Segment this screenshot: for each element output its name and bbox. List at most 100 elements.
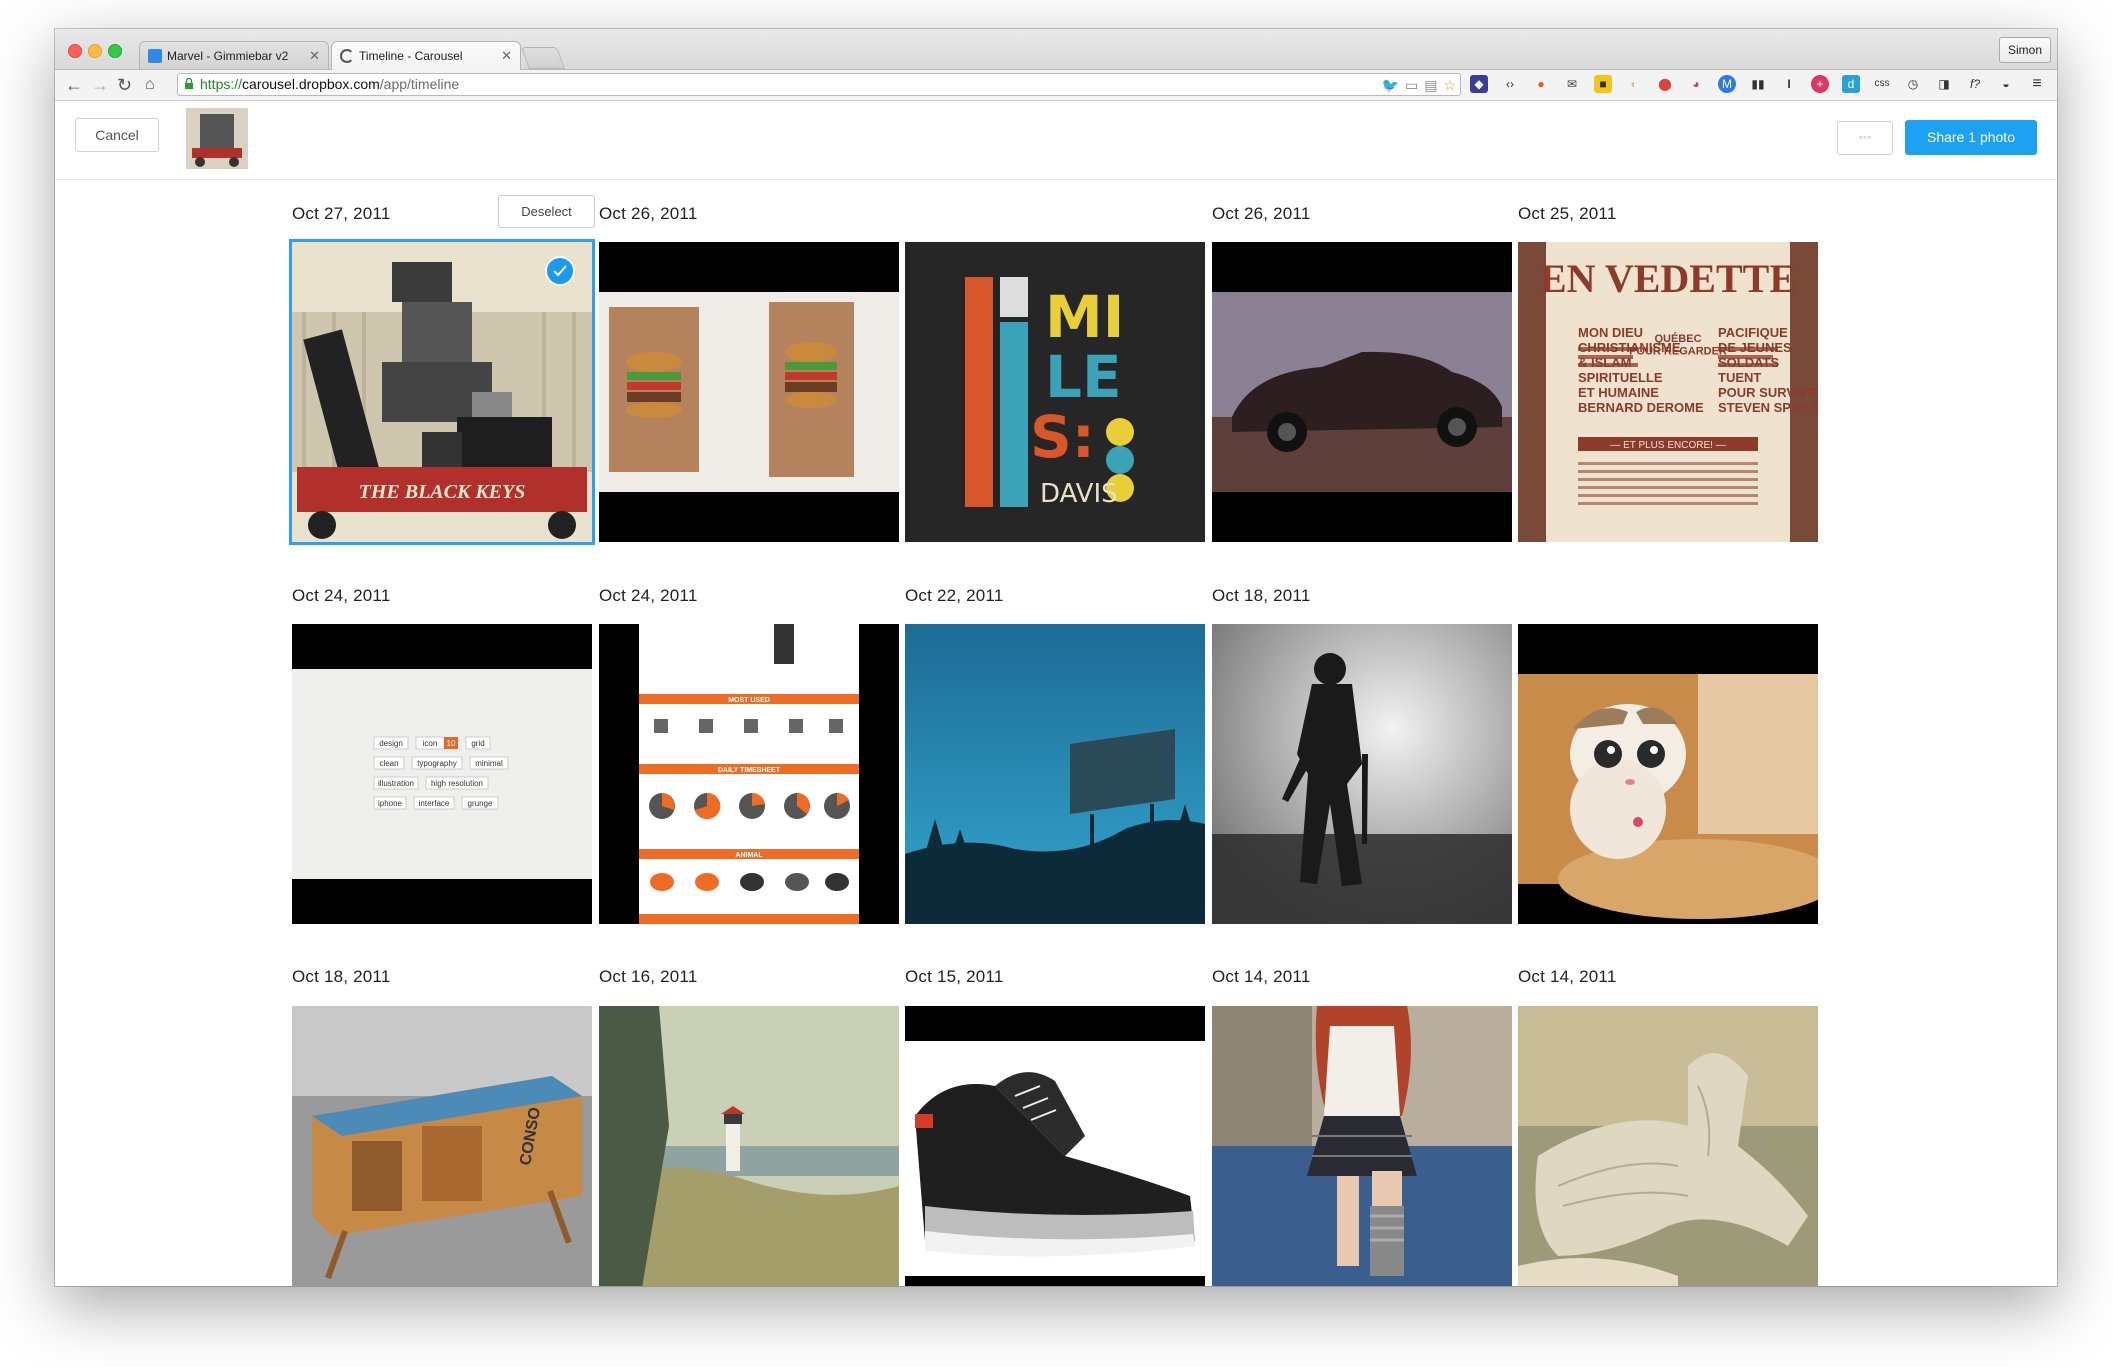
photo-man-walking[interactable] [1212, 624, 1512, 924]
infographic-image: MOST USED DAILY TIMESHEET ANIMAL [599, 624, 899, 924]
css-extension-icon[interactable]: css [1873, 75, 1891, 93]
browser-toolbar: ← → ↻ ⌂ https://carousel.dropbox.com/app… [55, 70, 2057, 101]
close-window-icon[interactable] [68, 44, 82, 58]
tag-text: interface [419, 799, 450, 808]
selected-check-icon[interactable] [545, 256, 575, 286]
bookmark-star-icon[interactable]: ☆ [1443, 75, 1456, 96]
tag-text: icon [423, 739, 438, 748]
photo-burger-bags[interactable] [599, 242, 899, 542]
clock-extension-icon[interactable]: ◷ [1904, 75, 1922, 93]
photo-sneaker[interactable] [905, 1006, 1205, 1286]
driftwood-image [1518, 1006, 1818, 1286]
sneaker-image [905, 1006, 1205, 1286]
photo-black-keys-selected[interactable]: THE BLACK KEYS [292, 242, 592, 542]
date-label: Oct 24, 2011 [599, 586, 698, 605]
i-extension-icon[interactable]: I [1780, 75, 1798, 93]
stats-extension-icon[interactable]: ▮▮ [1749, 75, 1767, 93]
vedette-title: EN VEDETTE [1540, 256, 1796, 301]
tag-text: 10 [447, 739, 456, 748]
url-text: https://carousel.dropbox.com/app/timelin… [200, 74, 459, 95]
adblock-extension-icon[interactable]: ⬤ [1656, 75, 1674, 93]
date-label: Oct 27, 2011 [292, 204, 391, 223]
extension-1-icon[interactable]: ◆ [1470, 75, 1488, 93]
date-label: Oct 16, 2011 [599, 967, 698, 986]
reader-icon[interactable]: ▤ [1424, 75, 1437, 96]
back-icon[interactable]: ← [65, 75, 83, 96]
forward-icon[interactable]: → [91, 75, 109, 96]
home-icon[interactable]: ⌂ [145, 76, 155, 94]
muscle-car-image [1212, 242, 1512, 542]
page-icon[interactable]: ▭ [1405, 75, 1418, 96]
plus-extension-icon[interactable]: + [1811, 75, 1829, 93]
tag-text: design [379, 739, 403, 748]
portrait-image [1212, 1006, 1512, 1286]
close-tab-icon[interactable]: ✕ [501, 48, 512, 64]
mail-extension-icon[interactable]: ✉ [1563, 75, 1581, 93]
font-extension-icon[interactable]: f? [1966, 75, 1984, 93]
cat-extension-icon[interactable]: ◒ [1997, 75, 2015, 93]
date-label: Oct 26, 2011 [599, 204, 698, 223]
m-extension-icon[interactable]: M [1718, 75, 1736, 93]
share-button[interactable]: Share 1 photo [1905, 120, 2037, 155]
marvel-favicon-icon [148, 48, 162, 63]
twitter-icon[interactable]: 🐦 [1382, 75, 1399, 96]
address-bar[interactable]: https://carousel.dropbox.com/app/timelin… [177, 73, 1461, 96]
tag-text: clean [379, 759, 398, 768]
reload-icon[interactable]: ↻ [117, 75, 132, 96]
icon-tags-image: design icon 10 grid clean typography min… [292, 624, 592, 924]
vedette-band: — ET PLUS ENCORE! — [1610, 440, 1725, 451]
maximize-window-icon[interactable] [108, 44, 122, 58]
new-tab-button[interactable] [520, 47, 566, 69]
minimize-window-icon[interactable] [88, 44, 102, 58]
cancel-button[interactable]: Cancel [75, 118, 159, 152]
date-label: Oct 14, 2011 [1212, 967, 1311, 986]
color-extension-icon[interactable]: ◕ [1687, 75, 1705, 93]
deselect-button[interactable]: Deselect [498, 195, 595, 228]
loading-spinner-icon [340, 49, 354, 63]
night-billboard-image [905, 624, 1205, 924]
code-extension-icon[interactable]: ‹› [1501, 75, 1519, 93]
more-options-button[interactable]: ◦◦◦ [1837, 121, 1893, 155]
miles-text-4: DAVIS [1040, 479, 1118, 509]
date-label: Oct 14, 2011 [1518, 967, 1617, 986]
tag-text: typography [417, 759, 457, 768]
photo-icon-tags[interactable]: design icon 10 grid clean typography min… [292, 624, 592, 924]
tab-marvel[interactable]: Marvel - Gimmiebar v2 ✕ [139, 41, 329, 69]
miles-davis-image: MI LE S: DAVIS [905, 242, 1205, 542]
en-vedette-image: EN VEDETTE MON DIEUCHRISTIANISME& ISLAMS… [1518, 242, 1818, 542]
close-tab-icon[interactable]: ✕ [309, 48, 320, 64]
photo-en-vedette[interactable]: EN VEDETTE MON DIEUCHRISTIANISME& ISLAMS… [1518, 242, 1818, 542]
photo-muscle-car[interactable] [1212, 242, 1512, 542]
miles-text-1: MI [1045, 283, 1124, 351]
burger-bags-image [599, 242, 899, 542]
photo-infographic[interactable]: MOST USED DAILY TIMESHEET ANIMAL [599, 624, 899, 924]
date-label: Oct 18, 2011 [292, 967, 391, 986]
photo-wooden-console[interactable]: CONSO [292, 1006, 592, 1286]
app-header: Cancel ◦◦◦ Share 1 photo [55, 101, 2057, 180]
man-walking-image [1212, 624, 1512, 924]
notes-extension-icon[interactable]: ■ [1594, 75, 1612, 93]
menu-icon[interactable]: ≡ [2028, 75, 2046, 93]
photo-lighthouse[interactable] [599, 1006, 899, 1286]
date-label: Oct 18, 2011 [1212, 586, 1311, 605]
tag-text: minimal [475, 759, 503, 768]
photo-miles-davis[interactable]: MI LE S: DAVIS [905, 242, 1205, 542]
selected-photo-thumbnail[interactable] [186, 108, 248, 169]
photo-portrait[interactable] [1212, 1006, 1512, 1286]
miles-text-3: S: [1030, 403, 1095, 471]
fire-extension-icon[interactable]: ● [1532, 75, 1550, 93]
photo-surprised-cat[interactable] [1518, 624, 1818, 924]
lighthouse-image [599, 1006, 899, 1286]
photo-driftwood[interactable] [1518, 1006, 1818, 1286]
browser-window: Marvel - Gimmiebar v2 ✕ Timeline - Carou… [55, 29, 2057, 1286]
black-keys-image: THE BLACK KEYS [292, 242, 592, 542]
panel-extension-icon[interactable]: ◨ [1935, 75, 1953, 93]
info-heading: MOST USED [728, 697, 770, 704]
photo-night-billboard[interactable] [905, 624, 1205, 924]
tag-text: iphone [378, 799, 403, 808]
evernote-extension-icon[interactable]: ◐ [1625, 75, 1643, 93]
tab-carousel[interactable]: Timeline - Carousel ✕ [331, 41, 521, 70]
d-extension-icon[interactable]: d [1842, 75, 1860, 93]
date-label: Oct 22, 2011 [905, 586, 1004, 605]
profile-button[interactable]: Simon [1998, 37, 2051, 63]
